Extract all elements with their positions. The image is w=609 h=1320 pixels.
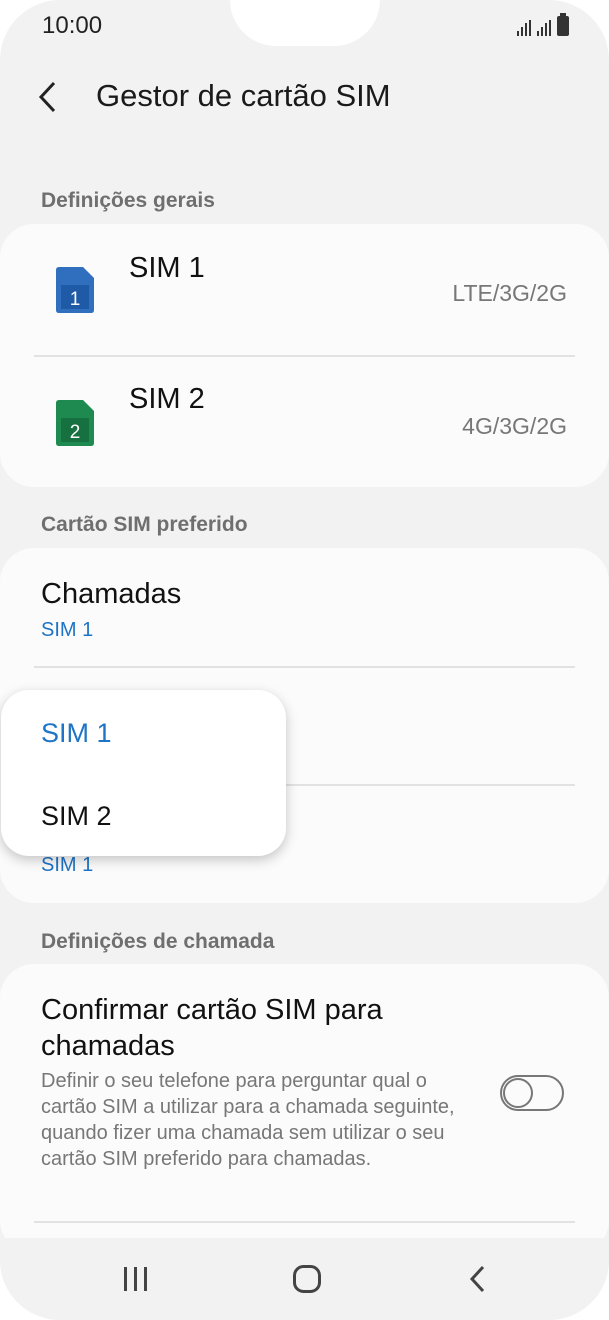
pref-hidden-value: SIM 1: [41, 854, 94, 876]
nav-back-button[interactable]: [453, 1256, 503, 1302]
popup-option-sim-2[interactable]: SIM 2: [41, 801, 112, 832]
confirm-sim-description: Definir o seu telefone para perguntar qu…: [41, 1070, 455, 1170]
recent-apps-icon: [124, 1267, 147, 1291]
status-icons: [517, 12, 569, 36]
svg-text:1: 1: [70, 289, 81, 310]
signal-icon: [537, 20, 551, 36]
battery-icon: [557, 13, 569, 36]
sim-name: SIM 1: [129, 252, 205, 284]
sim-row-1[interactable]: 1 SIM 1 LTE/3G/2G: [0, 224, 609, 354]
navigation-bar: [0, 1238, 609, 1320]
status-time: 10:00: [42, 12, 103, 39]
home-icon: [293, 1265, 321, 1293]
recent-apps-button[interactable]: [111, 1256, 161, 1302]
sim-select-popup: SIM 1 SIM 2: [1, 690, 286, 856]
popup-option-sim-1[interactable]: SIM 1: [41, 718, 112, 749]
pref-calls-label: Chamadas: [41, 578, 182, 610]
sim-network-type: 4G/3G/2G: [462, 413, 567, 439]
sim-card-icon: 1: [56, 267, 94, 313]
chevron-left-icon: [38, 81, 56, 113]
confirm-sim-title: Confirmar cartão SIM para chamadas: [41, 994, 383, 1062]
sim-row-2[interactable]: 2 SIM 2 4G/3G/2G: [0, 357, 609, 487]
phone-screen: 10:00 Gestor de cartão SIM Definições ge…: [0, 0, 609, 1320]
back-button[interactable]: [28, 72, 68, 122]
signal-icon: [517, 20, 531, 36]
section-label-call-settings: Definições de chamada: [41, 930, 275, 953]
camera-notch: [230, 0, 380, 46]
page-title: Gestor de cartão SIM: [96, 78, 391, 113]
toggle-knob: [503, 1078, 533, 1108]
back-icon: [469, 1265, 485, 1293]
sim-card-icon: 2: [56, 400, 94, 446]
pref-calls-value: SIM 1: [41, 619, 94, 641]
section-label-general: Definições gerais: [41, 189, 215, 212]
sim-name: SIM 2: [129, 383, 205, 415]
sim-network-type: LTE/3G/2G: [452, 280, 567, 306]
confirm-sim-toggle[interactable]: [500, 1075, 564, 1111]
section-label-preferred: Cartão SIM preferido: [41, 513, 248, 536]
divider: [34, 1221, 575, 1223]
pref-calls-item[interactable]: Chamadas SIM 1: [0, 548, 609, 666]
sim-cards-card: 1 SIM 1 LTE/3G/2G 2 SIM 2 4G/3G/2G: [0, 224, 609, 487]
svg-text:2: 2: [70, 422, 81, 443]
home-button[interactable]: [282, 1256, 332, 1302]
